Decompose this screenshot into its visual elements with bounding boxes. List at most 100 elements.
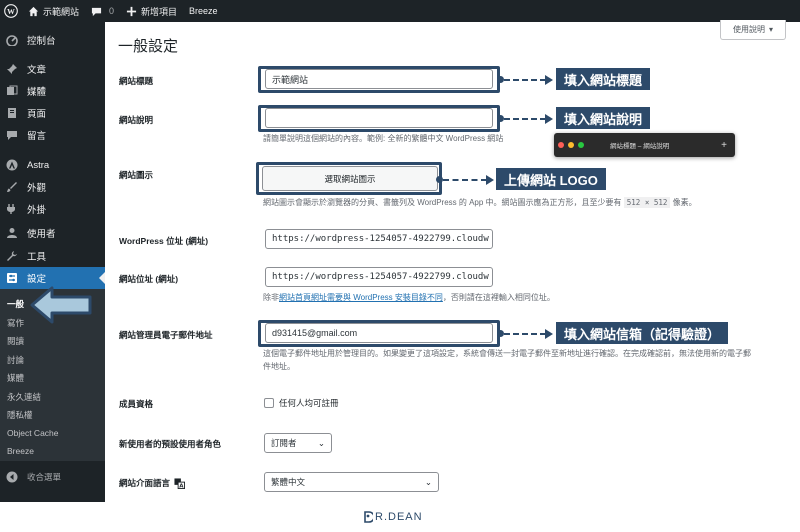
admin-bar-breeze[interactable]: Breeze [183, 0, 224, 22]
close-dot-icon [558, 142, 564, 148]
site-icon-size: 512 × 512 [623, 197, 671, 208]
tagline-description: 請簡單說明這個網站的內容。範例: 全新的繁體中文 WordPress 網站 [263, 134, 504, 143]
maximize-dot-icon [578, 142, 584, 148]
default-role-select[interactable]: 訂閱者 ⌄ [264, 433, 332, 453]
sidebar-item-label: 留言 [27, 131, 47, 142]
wrench-icon [7, 251, 17, 261]
footer-brand: R.DEAN [363, 511, 423, 523]
sidebar-item-astra[interactable]: Astra [0, 154, 105, 176]
site-address-desc-suffix: ，否則請在這裡輸入相同位址。 [442, 293, 555, 302]
membership-checkbox-label[interactable]: 任何人均可註冊 [279, 397, 339, 410]
submenu-discussion[interactable]: 討論 [7, 354, 24, 366]
chevron-down-icon: ⌄ [317, 437, 325, 448]
site-icon-desc-suffix: 像素。 [672, 198, 697, 207]
admin-email-input[interactable]: d931415@gmail.com [265, 323, 493, 343]
callout-site-title: 填入網站標題 [556, 68, 651, 90]
annotation-dot [497, 330, 504, 337]
site-address-description: 除非網站首頁網址需要與 WordPress 安裝目錄不同，否則請在這裡輸入相同位… [263, 291, 555, 304]
sidebar-item-tools[interactable]: 工具 [0, 245, 105, 267]
collapse-icon [6, 471, 18, 483]
site-title-input[interactable]: 示範網站 [265, 69, 493, 89]
submenu-general[interactable]: 一般 [7, 298, 24, 310]
svg-text:A: A [179, 483, 184, 488]
page-icon [8, 108, 16, 118]
submenu-object-cache[interactable]: Object Cache [7, 428, 59, 438]
submenu-media[interactable]: 媒體 [7, 372, 24, 384]
home-icon [28, 6, 39, 16]
sidebar-item-pages[interactable]: 頁面 [0, 102, 105, 124]
settings-icon [7, 273, 17, 283]
brand-text: R.DEAN [375, 511, 423, 523]
sidebar-item-appearance[interactable]: 外觀 [0, 176, 105, 198]
sidebar-item-label: 外掛 [27, 205, 47, 216]
help-tab-label: 使用說明 [732, 25, 765, 34]
sidebar-item-dashboard[interactable]: 控制台 [0, 29, 105, 51]
sidebar-item-label: 文章 [27, 65, 47, 76]
annotation-dot [436, 176, 443, 183]
arrow-right-icon [545, 75, 553, 85]
submenu-privacy[interactable]: 隱私權 [7, 409, 33, 421]
brush-icon [7, 182, 17, 192]
sidebar-item-media[interactable]: 媒體 [0, 80, 105, 102]
breeze-label: Breeze [189, 6, 218, 16]
user-icon [7, 228, 17, 238]
submenu-breeze[interactable]: Breeze [7, 446, 34, 456]
new-label: 新增項目 [141, 6, 178, 17]
callout-tagline: 填入網站說明 [556, 107, 651, 129]
wp-address-label: WordPress 位址 (網址) [119, 236, 209, 246]
wordpress-logo-icon[interactable]: W [0, 0, 22, 22]
sidebar-item-label: 使用者 [27, 229, 56, 240]
plugin-icon [7, 204, 15, 214]
sidebar-item-label: 設定 [27, 274, 47, 285]
select-site-icon-button[interactable]: 選取網站圖示 [262, 166, 438, 191]
wp-address-input[interactable]: https://wordpress-1254057-4922799.cloudw [265, 229, 493, 249]
membership-checkbox[interactable] [264, 398, 274, 408]
default-role-value: 訂閱者 [271, 438, 297, 448]
language-value: 繁體中文 [271, 477, 306, 487]
membership-label: 成員資格 [119, 399, 154, 409]
site-icon-label: 網站圖示 [119, 170, 154, 180]
submenu-writing[interactable]: 寫作 [7, 317, 24, 329]
site-address-help-link[interactable]: 網站首頁網址需要與 WordPress 安裝目錄不同 [279, 293, 443, 302]
language-select[interactable]: 繁體中文 ⌄ [264, 472, 439, 492]
admin-bar-comments[interactable]: 0 [85, 0, 120, 22]
astra-icon [6, 159, 18, 171]
site-address-desc-text: 除非 [263, 293, 279, 302]
sidebar-item-label: 工具 [27, 252, 47, 263]
sidebar-item-label: 頁面 [27, 109, 47, 120]
minimize-dot-icon [568, 142, 574, 148]
admin-email-label: 網站管理員電子郵件地址 [119, 330, 213, 340]
comment-icon [7, 131, 17, 140]
submenu-permalinks[interactable]: 永久連結 [7, 391, 41, 403]
pin-icon [7, 64, 17, 74]
sidebar-item-label: 控制台 [27, 36, 56, 47]
media-icon [7, 85, 18, 95]
site-name: 示範網站 [43, 6, 80, 17]
submenu-reading[interactable]: 閱讀 [7, 335, 24, 347]
svg-text:W: W [7, 7, 15, 16]
chevron-down-icon: ⌄ [424, 476, 432, 487]
language-label: 網站介面語言 [119, 478, 171, 488]
help-tab[interactable]: 使用說明 ▾ [720, 20, 786, 40]
arrow-right-icon [545, 329, 553, 339]
chevron-down-icon: ▾ [768, 25, 773, 34]
sidebar-item-label: 外觀 [27, 183, 47, 194]
admin-bar-new[interactable]: 新增項目 [120, 0, 183, 22]
tagline-input[interactable] [265, 108, 493, 128]
arrow-right-icon [486, 175, 494, 185]
site-address-input[interactable]: https://wordpress-1254057-4922799.cloudw [265, 267, 493, 287]
sidebar-item-users[interactable]: 使用者 [0, 222, 105, 244]
plus-icon: + [721, 139, 727, 151]
site-title-label: 網站標題 [119, 76, 154, 86]
callout-email: 填入網站信箱（記得驗證） [556, 322, 729, 344]
sidebar-item-plugins[interactable]: 外掛 [0, 198, 105, 220]
dashboard-icon [6, 35, 18, 46]
sidebar-item-posts[interactable]: 文章 [0, 58, 105, 80]
collapse-menu-button[interactable]: 收合選單 [0, 468, 105, 486]
admin-bar-site[interactable]: 示範網站 [22, 0, 85, 22]
comment-count: 0 [109, 6, 115, 16]
annotation-dot [497, 76, 504, 83]
arrow-right-icon [545, 114, 553, 124]
sidebar-item-comments[interactable]: 留言 [0, 124, 105, 146]
annotation-dash [504, 333, 546, 335]
